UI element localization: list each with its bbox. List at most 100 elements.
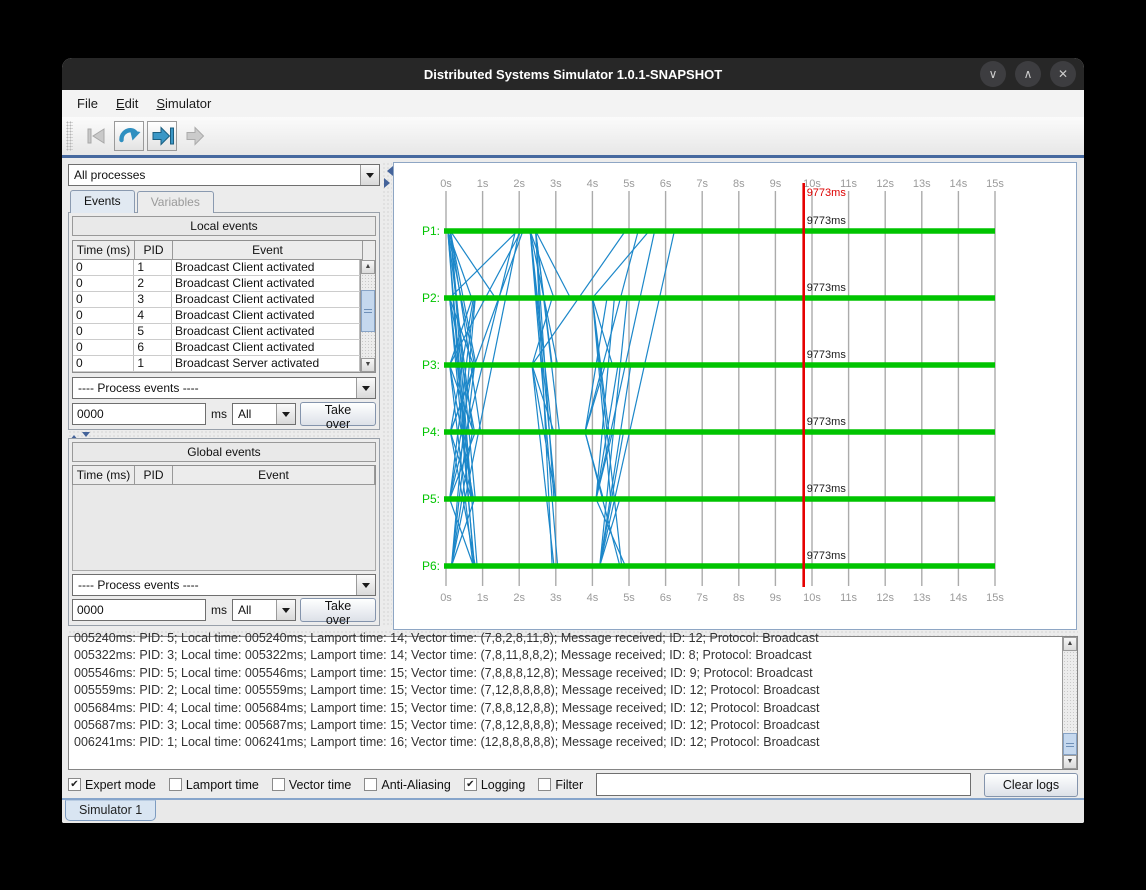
axis-tick-top: 14s (950, 178, 968, 190)
process-filter-select[interactable]: All processes (68, 164, 380, 186)
checkbox-anti-aliasing[interactable]: Anti-Aliasing (364, 778, 450, 792)
process-filter-value: All processes (69, 168, 360, 182)
table-row[interactable]: 03Broadcast Client activated (73, 292, 360, 308)
checkbox-vector-time[interactable]: Vector time (272, 778, 352, 792)
checked-icon[interactable]: ✔ (464, 778, 477, 791)
horizontal-split-divider[interactable] (68, 430, 380, 438)
checkbox-logging[interactable]: ✔Logging (464, 778, 526, 792)
close-button[interactable]: ✕ (1050, 61, 1076, 87)
menu-file[interactable]: File (70, 93, 105, 114)
toolbar-drag-handle[interactable] (66, 121, 73, 151)
column-header-time-ms: Time (ms) (73, 466, 135, 485)
scroll-down-icon[interactable]: ▼ (361, 358, 375, 372)
title-bar[interactable]: Distributed Systems Simulator 1.0.1-SNAP… (62, 58, 1084, 90)
tab-events[interactable]: Events (70, 190, 135, 213)
process-time-label: 9773ms (807, 215, 847, 227)
time-input-bottom[interactable] (72, 599, 206, 621)
axis-tick-bottom: 2s (513, 592, 525, 604)
space-time-diagram: 0s0s1s1s2s2s3s3s4s4s5s5s6s6s7s7s8s8s9s9s… (394, 163, 1076, 629)
process-events-select-bottom[interactable]: ---- Process events ---- (72, 574, 376, 596)
unchecked-box[interactable] (538, 778, 551, 791)
axis-tick-bottom: 5s (623, 592, 635, 604)
local-events-scrollbar[interactable]: ▲ ▼ (360, 260, 375, 372)
message-line (450, 231, 477, 566)
clear-logs-button[interactable]: Clear logs (984, 773, 1078, 797)
axis-tick-top: 6s (660, 178, 672, 190)
maximize-button[interactable]: ∧ (1015, 61, 1041, 87)
scroll-down-icon[interactable]: ▼ (1063, 755, 1077, 769)
process-time-label: 9773ms (807, 282, 847, 294)
axis-tick-bottom: 0s (440, 592, 452, 604)
global-events-table-header: Time (ms)PIDEvent (73, 466, 375, 485)
process-time-label: 9773ms (807, 550, 847, 562)
minimize-button[interactable]: ∨ (980, 61, 1006, 87)
redo-button[interactable] (114, 121, 144, 151)
axis-tick-bottom: 9s (770, 592, 782, 604)
table-row[interactable]: 01Broadcast Client activated (73, 260, 360, 276)
chevron-down-icon (356, 575, 375, 595)
forward-button (180, 121, 210, 151)
tab-variables[interactable]: Variables (137, 191, 214, 213)
log-scrollbar[interactable]: ▲ ▼ (1062, 637, 1077, 769)
chevron-down-icon (276, 600, 295, 620)
axis-tick-bottom: 7s (696, 592, 708, 604)
app-window: Distributed Systems Simulator 1.0.1-SNAP… (62, 58, 1084, 823)
checkbox-lamport-time[interactable]: Lamport time (169, 778, 259, 792)
menu-simulator[interactable]: Simulator (149, 93, 218, 114)
checkbox-expert-mode[interactable]: ✔Expert mode (68, 778, 156, 792)
maximize-icon: ∧ (1024, 68, 1033, 80)
axis-tick-bottom: 3s (550, 592, 562, 604)
table-row[interactable]: 04Broadcast Client activated (73, 308, 360, 324)
checked-icon[interactable]: ✔ (68, 778, 81, 791)
global-events-table: Time (ms)PIDEvent (72, 465, 376, 485)
vertical-split-divider[interactable] (382, 162, 392, 626)
process-label: P2: (422, 291, 440, 305)
step-forward-button[interactable] (147, 121, 177, 151)
message-line (532, 365, 554, 566)
axis-tick-top: 9s (770, 178, 782, 190)
scrollbar-thumb[interactable] (361, 290, 375, 332)
process-events-select-top[interactable]: ---- Process events ---- (72, 377, 376, 399)
scheduler-row-top: ms All Take over (72, 402, 376, 426)
table-row[interactable]: 05Broadcast Client activated (73, 324, 360, 340)
take-over-button-top[interactable]: Take over (300, 402, 376, 426)
timeline-canvas[interactable]: 0s0s1s1s2s2s3s3s4s4s5s5s6s6s7s7s8s8s9s9s… (393, 162, 1077, 630)
process-time-label: 9773ms (807, 349, 847, 361)
table-row[interactable]: 06Broadcast Client activated (73, 340, 360, 356)
axis-tick-top: 12s (876, 178, 894, 190)
scroll-up-icon[interactable]: ▲ (361, 260, 375, 274)
axis-tick-top: 4s (587, 178, 599, 190)
axis-tick-bottom: 15s (986, 592, 1004, 604)
filter-input[interactable] (596, 773, 971, 796)
tab-simulator-1[interactable]: Simulator 1 (65, 800, 156, 821)
content-top-border (62, 155, 1084, 158)
log-output[interactable]: 005240ms: PID: 5; Local time: 005240ms; … (69, 630, 1062, 769)
checkbox-filter[interactable]: Filter (538, 778, 583, 792)
process-label: P4: (422, 425, 440, 439)
column-header-time-ms: Time (ms) (73, 241, 135, 260)
collapse-left-icon[interactable] (382, 166, 393, 176)
axis-tick-bottom: 12s (876, 592, 894, 604)
unchecked-box[interactable] (169, 778, 182, 791)
take-over-button-bottom[interactable]: Take over (300, 598, 376, 622)
log-panel: 005240ms: PID: 5; Local time: 005240ms; … (68, 636, 1078, 770)
scrollbar-thumb[interactable] (1063, 733, 1077, 755)
window-controls: ∨ ∧ ✕ (980, 61, 1076, 87)
table-row[interactable]: 01Broadcast Server activated (73, 356, 360, 372)
target-select-top[interactable]: All (232, 403, 296, 425)
target-select-bottom[interactable]: All (232, 599, 296, 621)
axis-tick-top: 0s (440, 178, 452, 190)
time-input-top[interactable] (72, 403, 206, 425)
table-row[interactable]: 02Broadcast Client activated (73, 276, 360, 292)
scroll-up-icon[interactable]: ▲ (1063, 637, 1077, 651)
unchecked-box[interactable] (364, 778, 377, 791)
process-label: P5: (422, 492, 440, 506)
window-title: Distributed Systems Simulator 1.0.1-SNAP… (424, 67, 722, 82)
axis-tick-bottom: 6s (660, 592, 672, 604)
skip-back-button (81, 121, 111, 151)
chevron-down-icon (356, 378, 375, 398)
axis-tick-top: 8s (733, 178, 745, 190)
current-time-label: 9773ms (807, 187, 847, 199)
unchecked-box[interactable] (272, 778, 285, 791)
menu-edit[interactable]: Edit (109, 93, 145, 114)
